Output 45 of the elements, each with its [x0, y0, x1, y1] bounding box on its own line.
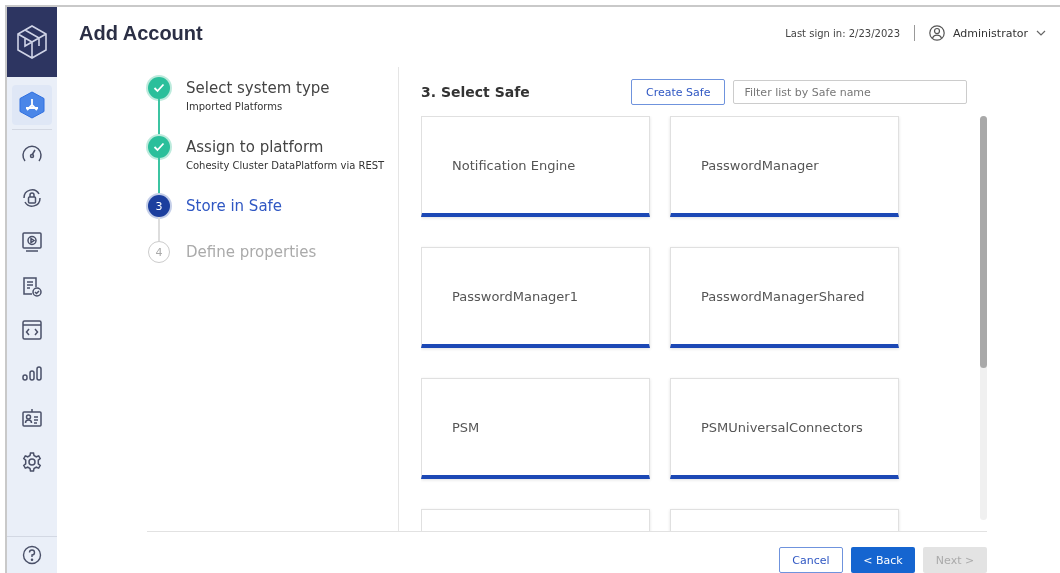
check-icon — [153, 83, 165, 93]
back-button[interactable]: < Back — [851, 547, 915, 573]
check-icon — [153, 142, 165, 152]
step-indicator: 4 — [148, 241, 170, 263]
safe-card[interactable]: PasswordManagerShared — [670, 247, 899, 348]
user-icon — [929, 25, 945, 41]
id-card-icon — [21, 408, 43, 428]
hexagon-network-icon — [19, 91, 45, 119]
step-indicator: 3 — [148, 195, 170, 217]
gauge-icon — [21, 144, 43, 164]
cube-logo-icon — [15, 24, 49, 60]
safe-name: PSM — [452, 419, 480, 435]
safe-name: PasswordManager — [701, 157, 819, 173]
safe-name: PasswordManager1 — [452, 288, 578, 304]
step-title: Select system type — [186, 78, 330, 99]
cancel-button[interactable]: Cancel — [779, 547, 843, 573]
code-window-icon — [21, 319, 43, 341]
document-check-icon — [21, 275, 43, 297]
user-menu[interactable]: Administrator — [953, 26, 1028, 40]
chevron-down-icon[interactable] — [1036, 30, 1046, 36]
safe-name: PSMUniversalConnectors — [701, 419, 863, 435]
safe-card[interactable]: Notification Engine — [421, 116, 650, 217]
safe-name: Notification Engine — [452, 157, 576, 173]
create-safe-button[interactable]: Create Safe — [631, 79, 726, 105]
safe-card[interactable]: PSMUniversalConnectors — [670, 378, 899, 479]
step-subtitle: Cohesity Cluster DataPlatform via REST — [186, 160, 385, 171]
page-title: Add Account — [79, 22, 203, 45]
section-heading: 3. Select Safe — [421, 84, 531, 100]
bar-stats-icon — [21, 366, 43, 382]
nav-item[interactable] — [12, 85, 52, 125]
safe-name: PasswordManagerShared — [701, 288, 865, 304]
filter-field[interactable]: Filter list by Safe name — [733, 80, 968, 104]
safe-card[interactable]: PasswordManager — [670, 116, 899, 217]
monitor-play-icon — [21, 231, 43, 253]
scrollbar[interactable] — [980, 116, 987, 520]
step-subtitle: Imported Platforms — [186, 101, 284, 112]
last-sign-in-text: Last sign in: 2/23/2023 — [785, 27, 900, 39]
lock-refresh-icon — [21, 187, 43, 209]
settings-icon — [21, 451, 43, 473]
safe-card[interactable]: PasswordManager1 — [421, 247, 650, 348]
step-title: Define properties — [186, 242, 317, 263]
safe-card[interactable]: PSM — [421, 378, 650, 479]
step-title: Assign to platform — [186, 137, 325, 158]
step-title: Store in Safe — [186, 196, 283, 217]
help-icon[interactable] — [22, 545, 42, 565]
